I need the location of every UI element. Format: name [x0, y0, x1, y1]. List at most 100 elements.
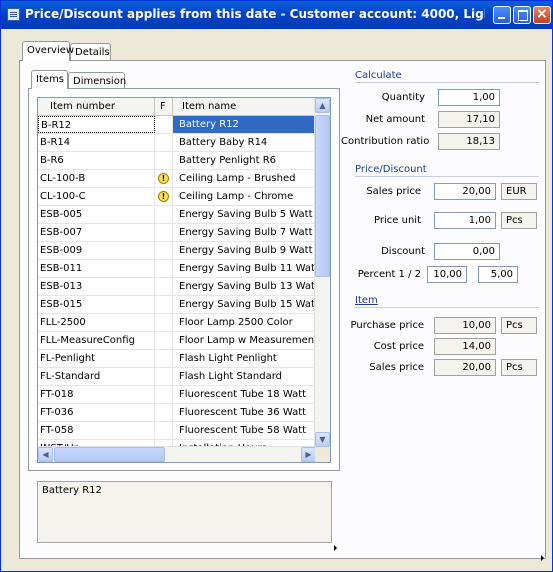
table-row[interactable]: FLL-MeasureConfig Floor Lamp w Measuremen…	[38, 332, 316, 350]
flag-cell[interactable]	[155, 368, 173, 385]
scroll-down-button[interactable]: ▼	[315, 432, 330, 447]
table-row[interactable]: FT-058 Fluorescent Tube 58 Watt	[38, 422, 316, 440]
item-number-cell[interactable]: ESB-011	[38, 260, 155, 277]
item-name-cell[interactable]: Energy Saving Bulb 5 Watt	[173, 206, 316, 223]
flag-cell[interactable]	[155, 314, 173, 331]
item-number-cell[interactable]: B-R14	[38, 134, 155, 151]
item-name-cell[interactable]: Energy Saving Bulb 11 Watt	[173, 260, 316, 277]
table-row[interactable]: ESB-005 Energy Saving Bulb 5 Watt	[38, 206, 316, 224]
item-name-cell[interactable]: Ceiling Lamp - Chrome	[173, 188, 316, 205]
percent1-field[interactable]: 10,00	[427, 266, 467, 283]
item-number-cell[interactable]: FT-036	[38, 404, 155, 421]
table-row[interactable]: FLL-2500 Floor Lamp 2500 Color	[38, 314, 316, 332]
item-name-cell[interactable]: Floor Lamp 2500 Color	[173, 314, 316, 331]
quantity-field[interactable]: 1,00	[438, 89, 500, 106]
flag-cell[interactable]	[155, 116, 173, 133]
item-name-cell[interactable]: Ceiling Lamp - Brushed	[173, 170, 316, 187]
column-header-item-number[interactable]: Item number	[38, 98, 155, 115]
items-grid[interactable]: Item number F Item name B-R12 Battery R12…	[37, 97, 331, 463]
table-row[interactable]: CL-100-C! Ceiling Lamp - Chrome	[38, 188, 316, 206]
item-number-cell[interactable]: ESB-005	[38, 206, 155, 223]
price-unit-unit-field[interactable]: Pcs	[501, 212, 537, 229]
percent2-field[interactable]: 5,00	[478, 266, 518, 283]
table-row[interactable]: CL-100-B! Ceiling Lamp - Brushed	[38, 170, 316, 188]
minimize-button[interactable]	[493, 6, 511, 24]
horizontal-scroll-thumb[interactable]	[54, 447, 165, 462]
tab-details[interactable]: Details	[70, 43, 111, 61]
item-number-cell[interactable]: ESB-015	[38, 296, 155, 313]
maximize-button[interactable]	[513, 6, 531, 24]
splitter-arrow-icon[interactable]	[334, 545, 337, 551]
scroll-left-button[interactable]: ◀	[38, 447, 53, 462]
vertical-scroll-thumb[interactable]	[315, 115, 330, 277]
title-bar[interactable]: Price/Discount applies from this date - …	[1, 1, 552, 29]
item-number-cell[interactable]: B-R6	[38, 152, 155, 169]
flag-cell[interactable]: !	[155, 170, 173, 187]
table-row[interactable]: ESB-011 Energy Saving Bulb 11 Watt	[38, 260, 316, 278]
panel-arrow-icon[interactable]	[541, 555, 544, 561]
item-name-cell[interactable]: Energy Saving Bulb 7 Watt	[173, 224, 316, 241]
table-row[interactable]: FL-Penlight Flash Light Penlight	[38, 350, 316, 368]
item-number-cell[interactable]: FLL-MeasureConfig	[38, 332, 155, 349]
item-number-cell[interactable]: FT-058	[38, 422, 155, 439]
close-button[interactable]: ×	[533, 6, 551, 24]
tab-overview[interactable]: Overview	[22, 41, 74, 61]
tab-dimension[interactable]: Dimension	[68, 72, 126, 89]
item-number-cell[interactable]: CL-100-C	[38, 188, 155, 205]
flag-cell[interactable]	[155, 332, 173, 349]
item-name-cell[interactable]: Fluorescent Tube 18 Watt	[173, 386, 316, 403]
item-name-cell[interactable]: Battery Penlight R6	[173, 152, 316, 169]
flag-cell[interactable]	[155, 260, 173, 277]
sales-price-field[interactable]: 20,00	[434, 183, 496, 200]
item-number-cell[interactable]: FT-018	[38, 386, 155, 403]
item-name-cell[interactable]: Flash Light Standard	[173, 368, 316, 385]
flag-cell[interactable]	[155, 350, 173, 367]
flag-cell[interactable]	[155, 404, 173, 421]
item-name-cell[interactable]: Fluorescent Tube 58 Watt	[173, 422, 316, 439]
flag-cell[interactable]	[155, 278, 173, 295]
item-name-cell[interactable]: Floor Lamp w MeasurementConfi	[173, 332, 316, 349]
item-name-cell[interactable]: Energy Saving Bulb 13 Watt	[173, 278, 316, 295]
table-row[interactable]: ESB-013 Energy Saving Bulb 13 Watt	[38, 278, 316, 296]
table-row[interactable]: B-R12 Battery R12	[38, 116, 316, 134]
vertical-scrollbar[interactable]: ▲ ▼	[314, 98, 330, 447]
item-name-cell[interactable]: Battery R12	[173, 116, 316, 133]
currency-field[interactable]: EUR	[501, 183, 537, 200]
flag-cell[interactable]	[155, 134, 173, 151]
flag-cell[interactable]	[155, 422, 173, 439]
horizontal-scrollbar[interactable]: ◀ ▶	[38, 446, 316, 462]
item-number-cell[interactable]: FL-Penlight	[38, 350, 155, 367]
table-row[interactable]: ESB-009 Energy Saving Bulb 9 Watt	[38, 242, 316, 260]
table-row[interactable]: FL-Standard Flash Light Standard	[38, 368, 316, 386]
item-name-cell[interactable]: Energy Saving Bulb 9 Watt	[173, 242, 316, 259]
flag-cell[interactable]	[155, 152, 173, 169]
item-number-cell[interactable]: ESB-007	[38, 224, 155, 241]
item-number-cell[interactable]: ESB-009	[38, 242, 155, 259]
item-number-cell[interactable]: FLL-2500	[38, 314, 155, 331]
flag-cell[interactable]: !	[155, 188, 173, 205]
table-row[interactable]: ESB-007 Energy Saving Bulb 7 Watt	[38, 224, 316, 242]
item-number-cell[interactable]: B-R12	[38, 116, 155, 133]
item-name-cell[interactable]: Battery Baby R14	[173, 134, 316, 151]
column-header-flag[interactable]: F	[155, 98, 173, 115]
flag-cell[interactable]	[155, 206, 173, 223]
item-name-cell[interactable]: Fluorescent Tube 36 Watt	[173, 404, 316, 421]
item-number-cell[interactable]: FL-Standard	[38, 368, 155, 385]
item-name-cell[interactable]: Flash Light Penlight	[173, 350, 316, 367]
flag-cell[interactable]	[155, 386, 173, 403]
column-header-item-name[interactable]: Item name	[173, 98, 316, 115]
item-number-cell[interactable]: CL-100-B	[38, 170, 155, 187]
table-row[interactable]: B-R6 Battery Penlight R6	[38, 152, 316, 170]
item-name-cell[interactable]: Energy Saving Bulb 15 Watt	[173, 296, 316, 313]
scroll-right-button[interactable]: ▶	[301, 447, 316, 462]
discount-field[interactable]: 0,00	[434, 243, 500, 260]
flag-cell[interactable]	[155, 242, 173, 259]
flag-cell[interactable]	[155, 224, 173, 241]
flag-cell[interactable]	[155, 296, 173, 313]
table-row[interactable]: FT-036 Fluorescent Tube 36 Watt	[38, 404, 316, 422]
tab-items[interactable]: Items	[31, 70, 68, 89]
item-number-cell[interactable]: ESB-013	[38, 278, 155, 295]
table-row[interactable]: B-R14 Battery Baby R14	[38, 134, 316, 152]
table-row[interactable]: ESB-015 Energy Saving Bulb 15 Watt	[38, 296, 316, 314]
scroll-up-button[interactable]: ▲	[315, 98, 330, 113]
